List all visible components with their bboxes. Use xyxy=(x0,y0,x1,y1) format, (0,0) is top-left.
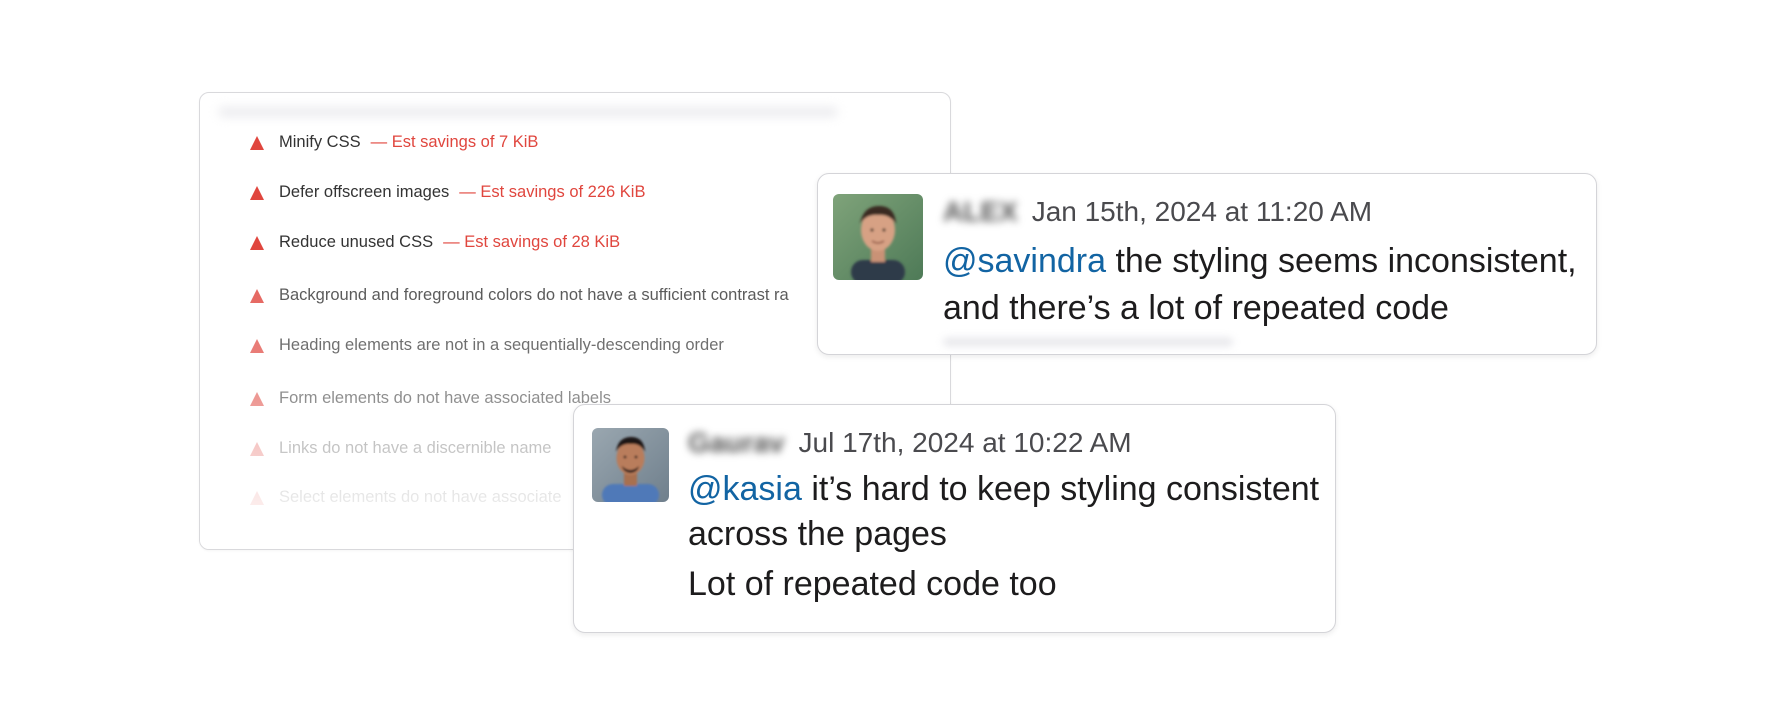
message-header: ALEX Jan 15th, 2024 at 11:20 AM xyxy=(943,196,1372,228)
audit-item-savings: — Est savings of 28 KiB xyxy=(443,233,621,251)
warning-icon xyxy=(250,135,264,150)
message-text: the styling seems inconsistent, xyxy=(1106,242,1577,280)
blurred-header xyxy=(218,107,838,117)
audit-item-label: Defer offscreen images xyxy=(279,183,450,201)
audit-item[interactable]: Background and foreground colors do not … xyxy=(250,286,789,305)
warning-icon xyxy=(250,288,264,303)
audit-item[interactable]: Links do not have a discernible name xyxy=(250,439,551,458)
chat-message-card: ALEX Jan 15th, 2024 at 11:20 AM @savindr… xyxy=(817,173,1597,355)
avatar xyxy=(833,194,923,280)
warning-icon xyxy=(250,338,264,353)
warning-icon xyxy=(250,391,264,406)
avatar-photo xyxy=(592,428,669,502)
audit-item-label: Form elements do not have associated lab… xyxy=(279,389,612,407)
message-text: Lot of repeated code too xyxy=(688,565,1057,603)
blurred-footer xyxy=(943,338,1233,346)
audit-item-label: Minify CSS xyxy=(279,133,361,151)
audit-item-label: Background and foreground colors do not … xyxy=(279,286,789,304)
author-name: Gaurav xyxy=(688,427,785,458)
user-mention[interactable]: @savindra xyxy=(943,242,1106,280)
warning-icon xyxy=(250,441,264,456)
audit-item-label: Reduce unused CSS xyxy=(279,233,434,251)
audit-item-label: Select elements do not have associate xyxy=(279,488,562,506)
audit-item[interactable]: Heading elements are not in a sequential… xyxy=(250,336,724,355)
avatar-photo xyxy=(833,194,923,280)
author-name: ALEX xyxy=(943,196,1018,227)
message-text: across the pages xyxy=(688,515,947,553)
audit-item[interactable]: Defer offscreen images — Est savings of … xyxy=(250,183,645,202)
message-body: @kasia it’s hard to keep styling consist… xyxy=(688,467,1319,557)
chat-message-card: Gaurav Jul 17th, 2024 at 10:22 AM @kasia… xyxy=(573,404,1336,633)
audit-item[interactable]: Minify CSS — Est savings of 7 KiB xyxy=(250,133,538,152)
message-header: Gaurav Jul 17th, 2024 at 10:22 AM xyxy=(688,427,1132,459)
audit-item-savings: — Est savings of 7 KiB xyxy=(370,133,539,151)
message-text: it’s hard to keep styling consistent xyxy=(801,470,1320,508)
audit-item-label: Links do not have a discernible name xyxy=(279,439,552,457)
message-timestamp[interactable]: Jan 15th, 2024 at 11:20 AM xyxy=(1032,196,1372,228)
warning-icon xyxy=(250,235,264,250)
avatar xyxy=(592,428,669,502)
audit-item-label: Heading elements are not in a sequential… xyxy=(279,336,724,354)
message-timestamp[interactable]: Jul 17th, 2024 at 10:22 AM xyxy=(799,427,1132,459)
audit-item[interactable]: Select elements do not have associate xyxy=(250,488,562,507)
warning-icon xyxy=(250,185,264,200)
warning-icon xyxy=(250,490,264,505)
user-mention[interactable]: @kasia xyxy=(688,470,802,508)
audit-item[interactable]: Form elements do not have associated lab… xyxy=(250,389,611,408)
message-body: @savindra the styling seems inconsistent… xyxy=(943,238,1577,332)
message-text: and there’s a lot of repeated code xyxy=(943,289,1449,327)
audit-item[interactable]: Reduce unused CSS — Est savings of 28 Ki… xyxy=(250,233,620,252)
audit-item-savings: — Est savings of 226 KiB xyxy=(459,183,646,201)
